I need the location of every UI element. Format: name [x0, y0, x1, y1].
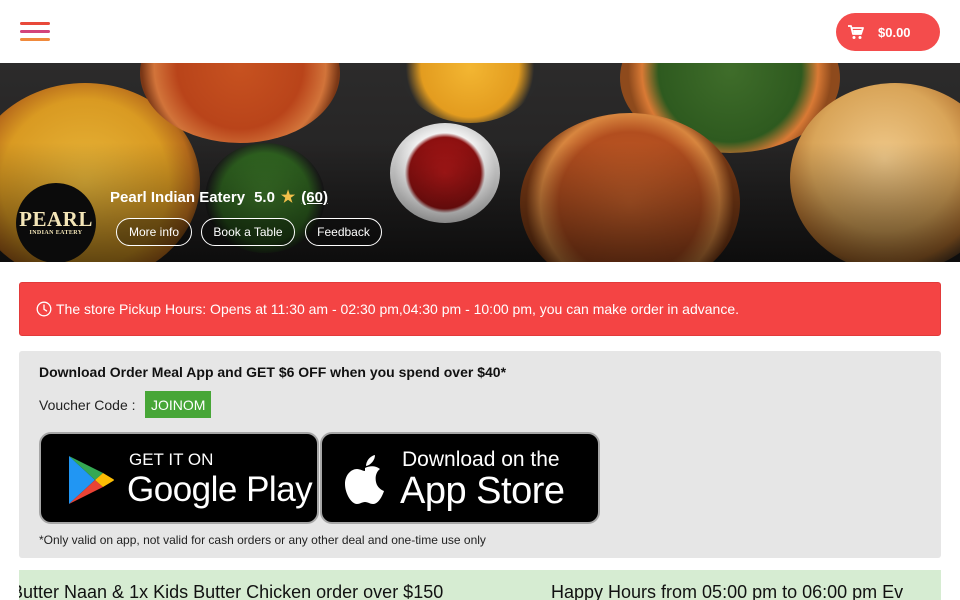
marquee-item: Happy Hours from 05:00 pm to 06:00 pm Ev — [551, 582, 904, 600]
logo-text: PEARL — [19, 207, 93, 231]
app-store-small-text: Download on the — [402, 448, 560, 471]
app-store-button[interactable]: Download on the App Store — [320, 432, 600, 524]
marquee-item: Butter Naan & 1x Kids Butter Chicken ord… — [19, 582, 444, 600]
apple-icon — [345, 455, 384, 504]
top-bar: $0.00 — [0, 0, 960, 63]
review-count-link[interactable]: (60) — [301, 189, 328, 206]
star-icon: ★ — [280, 189, 296, 206]
feedback-button[interactable]: Feedback — [305, 218, 382, 246]
store-name: Pearl Indian Eatery — [110, 188, 246, 206]
google-play-icon — [69, 456, 114, 504]
clock-icon — [36, 301, 52, 317]
voucher-code: JOINOM — [145, 391, 212, 418]
cart-icon — [848, 24, 864, 39]
voucher-label: Voucher Code : — [39, 397, 136, 413]
more-info-button[interactable]: More info — [116, 218, 192, 246]
announcement-marquee: Butter Naan & 1x Kids Butter Chicken ord… — [19, 570, 941, 600]
book-table-button[interactable]: Book a Table — [201, 218, 295, 246]
cart-total: $0.00 — [878, 24, 911, 40]
hero-banner: PEARL INDIAN EATERY Pearl Indian Eatery … — [0, 63, 960, 262]
promo-title: Download Order Meal App and GET $6 OFF w… — [39, 364, 507, 380]
google-play-button[interactable]: GET IT ON Google Play — [39, 432, 319, 524]
hamburger-icon[interactable] — [20, 22, 50, 42]
app-promo: Download Order Meal App and GET $6 OFF w… — [19, 351, 941, 558]
restaurant-logo: PEARL INDIAN EATERY — [16, 183, 96, 262]
pickup-hours-alert: The store Pickup Hours: Opens at 11:30 a… — [19, 282, 941, 336]
promo-note: *Only valid on app, not valid for cash o… — [39, 533, 486, 547]
google-play-small-text: GET IT ON — [129, 450, 214, 469]
cart-button[interactable]: $0.00 — [836, 13, 940, 51]
google-play-big-text: Google Play — [127, 470, 313, 509]
store-info: Pearl Indian Eatery 5.0 ★ (60) — [110, 187, 328, 207]
pickup-hours-text: The store Pickup Hours: Opens at 11:30 a… — [56, 301, 739, 317]
logo-subtext: INDIAN EATERY — [29, 230, 83, 236]
store-rating: 5.0 — [254, 188, 275, 206]
app-store-big-text: App Store — [400, 470, 565, 512]
